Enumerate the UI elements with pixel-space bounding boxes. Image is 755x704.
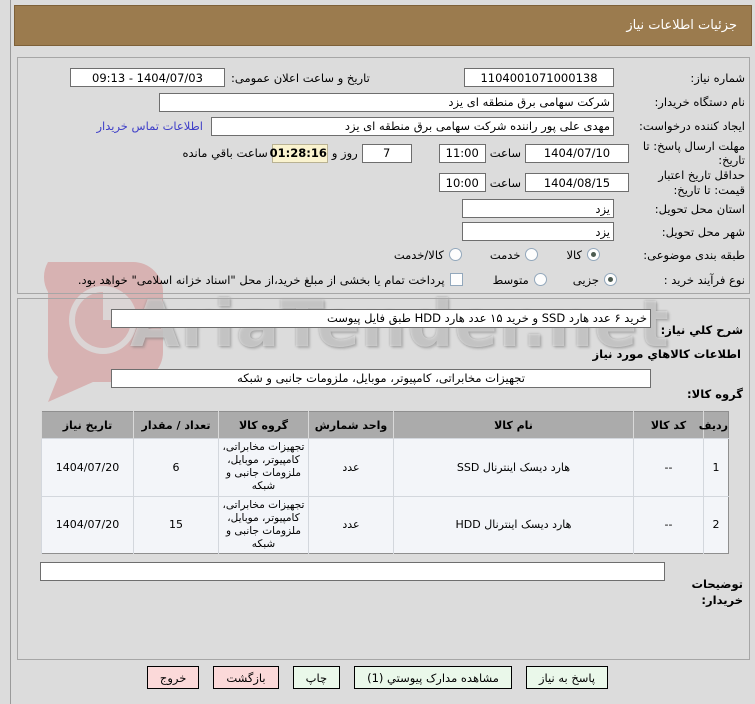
cell-qty-1: 6 bbox=[133, 438, 219, 496]
row-need-number: شماره نیاز: تاریخ و ساعت اعلان عمومی: bbox=[22, 65, 745, 90]
classification-label: طبقه بندی موضوعی: bbox=[643, 247, 745, 262]
row-city: شهر محل تحویل: bbox=[22, 220, 745, 243]
row-buyer-notes: توضیحات خریدار: bbox=[24, 562, 743, 608]
row-price-validity: حداقل تاریخ اعتبار قیمت: تا تاریخ: ساعت bbox=[22, 168, 745, 197]
cell-unit-1: عدد bbox=[308, 438, 394, 496]
cell-code-1: -- bbox=[633, 438, 704, 496]
table-row: 1 -- هارد دیسک اینترنال SSD عدد تجهیزات … bbox=[41, 438, 729, 496]
row-process-type: نوع فرآیند خرید : جزیی متوسط پرداخت تمام… bbox=[22, 266, 745, 293]
goods-section-header: اطلاعات کالاهاي مورد نیاز bbox=[592, 347, 741, 361]
radio-minor[interactable] bbox=[604, 273, 617, 286]
cell-name-2: هارد دیسک اینترنال HDD bbox=[393, 495, 634, 554]
page-title: جزئیات اطلاعات نیاز bbox=[14, 5, 752, 46]
deadline-hour-label: ساعت bbox=[489, 146, 521, 160]
back-button[interactable]: بازگشت bbox=[213, 666, 279, 689]
radio-minor-label: جزیی bbox=[572, 272, 599, 287]
col-row: ردیف bbox=[699, 411, 729, 439]
row-buyer-org: نام دستگاه خریدار: bbox=[22, 90, 745, 114]
radio-goods[interactable] bbox=[587, 248, 600, 261]
goods-table-header-row: ردیف کد کالا نام کالا واحد شمارش گروه کا… bbox=[41, 411, 729, 439]
price-validity-label: حداقل تاریخ اعتبار قیمت: تا تاریخ: bbox=[658, 168, 745, 197]
creator-field[interactable] bbox=[211, 116, 614, 136]
cell-row-1: 1 bbox=[703, 438, 729, 496]
validity-hour-label: ساعت bbox=[489, 175, 521, 190]
deadline-date-field[interactable] bbox=[525, 143, 629, 163]
creator-label: ایجاد کننده درخواست: bbox=[639, 119, 745, 133]
announce-field[interactable] bbox=[70, 68, 225, 87]
row-goods-group: گروه کالا: تجهیزات مخابراتی، کامپیوتر، م… bbox=[24, 369, 743, 401]
cell-unit-2: عدد bbox=[308, 495, 394, 554]
print-button[interactable]: چاپ bbox=[292, 666, 341, 689]
action-button-bar: پاسخ به نیاز مشاهده مدارک پیوستي (1) چاپ… bbox=[0, 666, 755, 689]
cell-row-2: 2 bbox=[703, 495, 729, 554]
radio-goods-service-label: کالا/خدمت bbox=[393, 247, 444, 262]
radio-goods-service[interactable] bbox=[448, 248, 462, 261]
goods-table: ردیف کد کالا نام کالا واحد شمارش گروه کا… bbox=[41, 411, 729, 554]
col-qty: تعداد / مقدار bbox=[133, 411, 219, 439]
col-name: نام کالا bbox=[393, 411, 634, 439]
days-and-label: روز و bbox=[331, 146, 358, 160]
hours-remaining-label: ساعت باقي مانده bbox=[182, 146, 268, 160]
goods-group-field[interactable]: تجهیزات مخابراتی، کامپیوتر، موبایل، ملزو… bbox=[111, 369, 651, 388]
cell-name-1: هارد دیسک اینترنال SSD bbox=[393, 438, 634, 496]
cell-group-2: تجهیزات مخابراتی، کامپیوتر، موبایل، ملزو… bbox=[218, 495, 309, 554]
table-row: 2 -- هارد دیسک اینترنال HDD عدد تجهیزات … bbox=[41, 495, 729, 554]
cell-group-1: تجهیزات مخابراتی، کامپیوتر، موبایل، ملزو… bbox=[218, 438, 309, 496]
treasury-checkbox-label: پرداخت تمام یا بخشی از مبلغ خرید،از محل … bbox=[77, 272, 445, 287]
radio-medium-label: متوسط bbox=[492, 272, 529, 287]
process-type-label: نوع فرآیند خرید : bbox=[663, 272, 745, 287]
page-title-text: جزئیات اطلاعات نیاز bbox=[626, 18, 737, 33]
deadline-time-field[interactable] bbox=[438, 143, 486, 163]
buyer-notes-field[interactable] bbox=[40, 562, 665, 581]
cell-date-1: 1404/07/20 bbox=[41, 438, 134, 496]
cell-code-2: -- bbox=[633, 495, 704, 554]
exit-button[interactable]: خروج bbox=[146, 666, 200, 689]
row-creator: ایجاد کننده درخواست: اطلاعات تماس خریدار bbox=[22, 114, 745, 138]
need-info-form: شماره نیاز: تاریخ و ساعت اعلان عمومی: نا… bbox=[17, 57, 750, 294]
row-need-description: شرح کلي نیاز: خرید ۶ عدد هارد SSD و خرید… bbox=[24, 309, 743, 337]
need-number-label: شماره نیاز: bbox=[690, 70, 745, 85]
col-date: تاریخ نیاز bbox=[41, 411, 134, 439]
buyer-contact-link[interactable]: اطلاعات تماس خریدار bbox=[96, 119, 203, 133]
validity-time-field[interactable] bbox=[438, 173, 486, 192]
radio-service[interactable] bbox=[525, 248, 539, 261]
buyer-org-field[interactable] bbox=[159, 92, 614, 112]
reply-to-need-button[interactable]: پاسخ به نیاز bbox=[525, 666, 609, 689]
window-edge-line bbox=[10, 0, 11, 704]
radio-medium[interactable] bbox=[533, 273, 547, 286]
goods-group-label: گروه کالا: bbox=[687, 387, 743, 401]
view-attached-docs-button[interactable]: مشاهده مدارک پیوستي (1) bbox=[354, 666, 512, 689]
treasury-checkbox[interactable] bbox=[449, 273, 463, 286]
cell-qty-2: 15 bbox=[133, 495, 219, 554]
city-field[interactable] bbox=[462, 222, 614, 241]
province-field[interactable] bbox=[462, 199, 614, 218]
radio-service-label: خدمت bbox=[489, 247, 521, 262]
col-group: گروه کالا bbox=[218, 411, 309, 439]
col-unit: واحد شمارش bbox=[308, 411, 394, 439]
row-deadline: مهلت ارسال پاسخ: تا تاریخ: ساعت روز و 01… bbox=[22, 138, 746, 168]
buyer-org-label: نام دستگاه خریدار: bbox=[654, 95, 745, 109]
need-description-label: شرح کلي نیاز: bbox=[660, 323, 743, 337]
cell-date-2: 1404/07/20 bbox=[41, 495, 134, 554]
announce-label: تاریخ و ساعت اعلان عمومی: bbox=[231, 70, 370, 85]
validity-date-field[interactable] bbox=[525, 173, 629, 192]
need-description-field[interactable]: خرید ۶ عدد هارد SSD و خرید ۱۵ عدد هارد H… bbox=[111, 309, 651, 328]
buyer-notes-label: توضیحات خریدار: bbox=[691, 577, 744, 608]
province-label: استان محل تحویل: bbox=[654, 201, 745, 216]
col-code: کد کالا bbox=[633, 411, 704, 439]
deadline-label: مهلت ارسال پاسخ: تا تاریخ: bbox=[642, 138, 745, 167]
row-province: استان محل تحویل: bbox=[22, 197, 745, 220]
radio-goods-label: کالا bbox=[566, 247, 582, 262]
countdown-timer: 01:28:16 bbox=[270, 143, 328, 163]
need-number-field[interactable] bbox=[464, 68, 614, 87]
city-label: شهر محل تحویل: bbox=[661, 224, 745, 239]
row-classification: طبقه بندی موضوعی: کالا خدمت کالا/خدمت bbox=[22, 243, 745, 266]
goods-info-section: شرح کلي نیاز: خرید ۶ عدد هارد SSD و خرید… bbox=[17, 298, 750, 660]
remaining-days-field[interactable] bbox=[361, 143, 412, 163]
